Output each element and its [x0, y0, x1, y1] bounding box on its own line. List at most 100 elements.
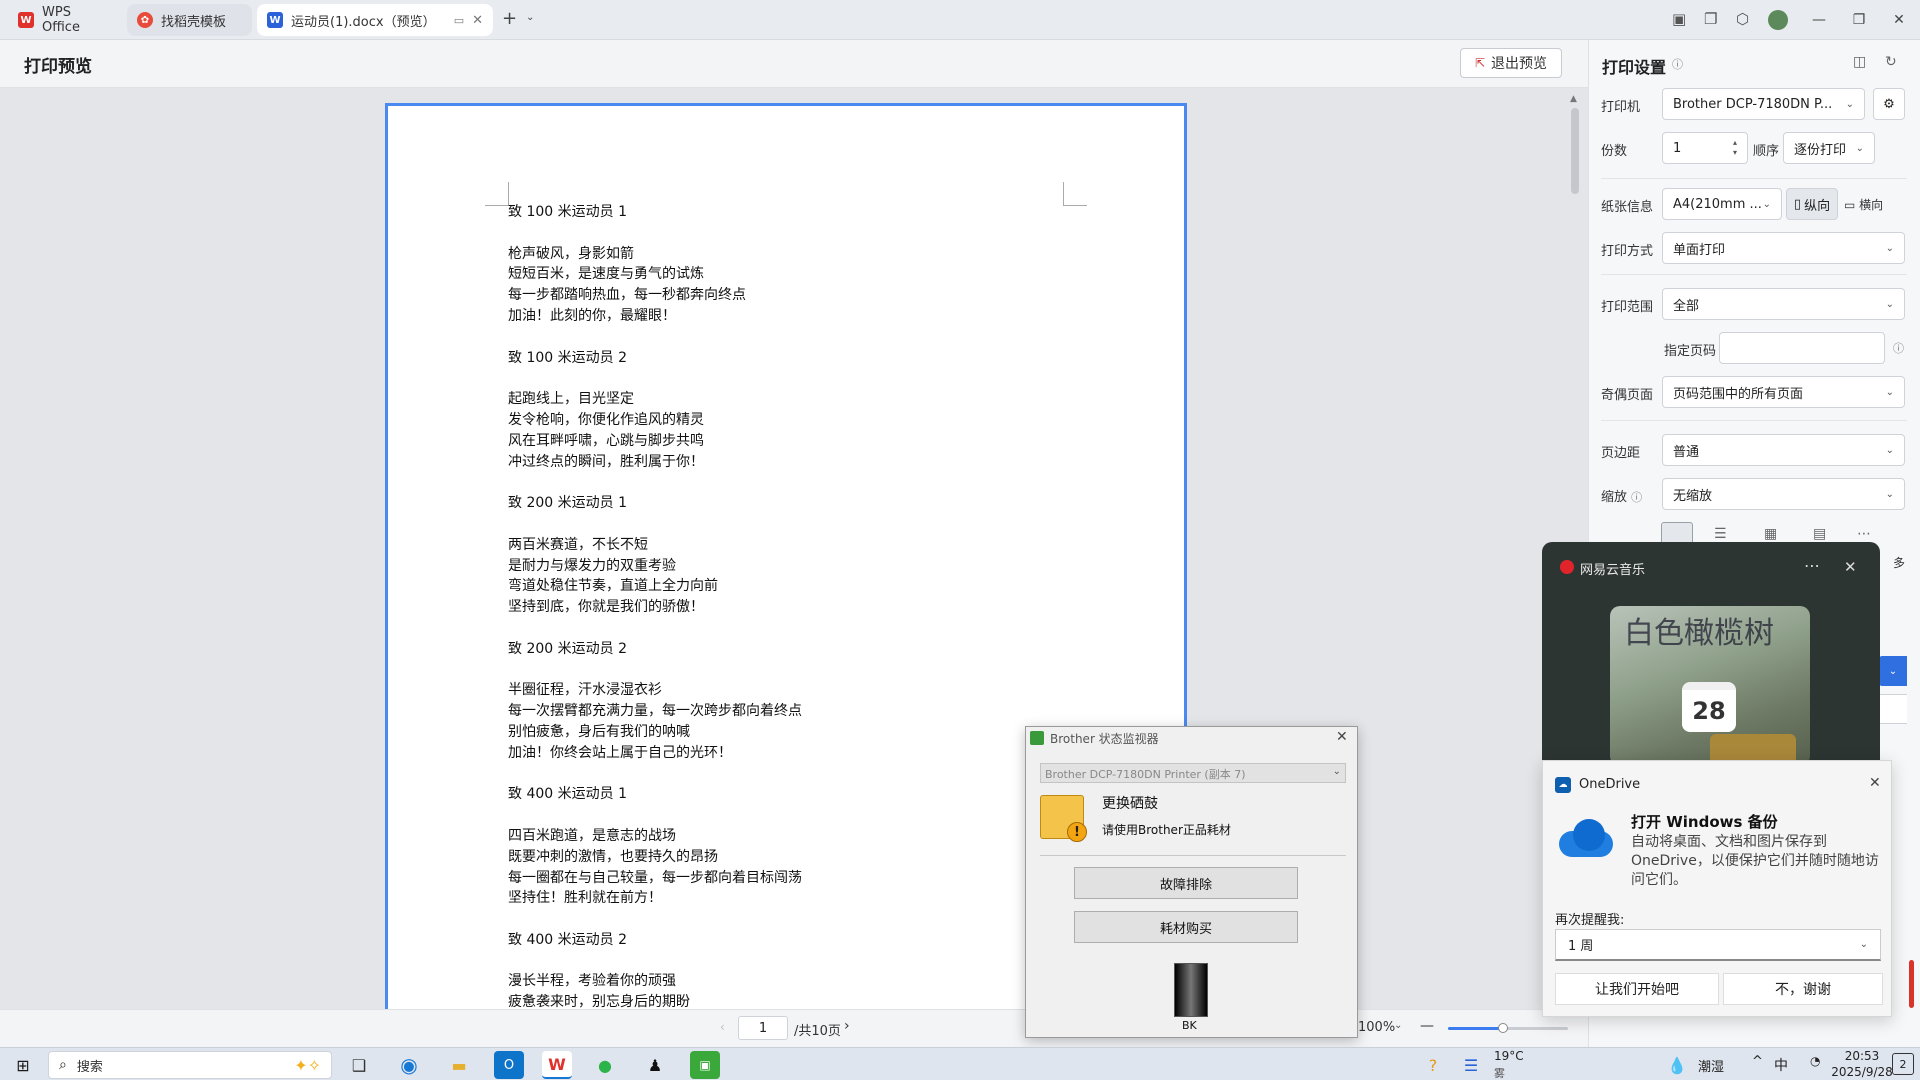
wechat-icon[interactable]: ●	[590, 1051, 620, 1079]
humidity-label[interactable]: 潮湿	[1698, 1056, 1724, 1075]
paper-value: A4(210mm ...	[1673, 196, 1762, 212]
zoom-value[interactable]: 100%	[1358, 1020, 1395, 1035]
printer-warning-icon: !	[1040, 795, 1087, 842]
stepper-arrows-icon[interactable]: ▴ ▾	[1733, 138, 1737, 158]
remind-select[interactable]: 1 周 ⌄	[1555, 929, 1881, 961]
file-explorer-icon[interactable]: ▬	[444, 1051, 474, 1079]
tray-chevron-icon[interactable]: ^	[1752, 1054, 1763, 1069]
clock-time[interactable]: 20:53	[1832, 1049, 1892, 1063]
range-select[interactable]: 全部 ⌄	[1662, 288, 1905, 320]
chevron-down-icon: ⌄	[1859, 939, 1868, 950]
pages-label: 指定页码	[1664, 344, 1717, 359]
remind-label: 再次提醒我:	[1555, 913, 1625, 928]
copies-stepper[interactable]: 1 ▴ ▾	[1662, 132, 1748, 164]
document-line: 每一次摆臂都充满力量，每一次跨步都向着终点	[508, 703, 802, 720]
pin-icon[interactable]: ▭	[454, 14, 464, 27]
new-tab-icon[interactable]: +	[502, 8, 517, 29]
divider	[1601, 420, 1907, 421]
portrait-label: 纵向	[1804, 198, 1831, 214]
edge-browser-icon[interactable]: ◉	[394, 1051, 424, 1079]
avatar[interactable]	[1768, 10, 1788, 30]
printer-value: Brother DCP-7180DN P...	[1673, 96, 1833, 112]
mode-select[interactable]: 单面打印 ⌄	[1662, 232, 1905, 264]
scale-select[interactable]: 无缩放 ⌄	[1662, 478, 1905, 510]
outlook-icon[interactable]: O	[494, 1051, 524, 1079]
more-icon[interactable]: ⋯	[1804, 556, 1820, 575]
page-input[interactable]: 1	[738, 1016, 788, 1040]
pages-per-sheet-4-icon[interactable]: ▦	[1764, 526, 1777, 542]
layout-icon[interactable]: ◫	[1853, 54, 1866, 70]
tab-wps-office[interactable]: W WPS Office	[8, 4, 123, 36]
next-page-icon[interactable]: ›	[844, 1018, 850, 1034]
paper-select[interactable]: A4(210mm ... ⌄	[1662, 188, 1782, 220]
album-cover[interactable]: 白色橄榄树 28	[1610, 606, 1810, 760]
tab-dropdown-icon[interactable]: ⌄	[526, 12, 534, 23]
landscape-icon: ▭	[1844, 198, 1856, 212]
tab-docer[interactable]: ✿ 找稻壳模板	[127, 4, 252, 36]
tab-document-preview[interactable]: W 运动员(1).docx（预览） ▭ ✕	[257, 4, 493, 36]
qq-icon[interactable]: ♟	[640, 1051, 670, 1079]
margin-value: 普通	[1673, 444, 1700, 460]
portrait-button[interactable]: ▯ 纵向	[1786, 188, 1838, 220]
taskbar-wifi-icon[interactable]: ◔	[1810, 1054, 1820, 1068]
pages-per-sheet-2-icon[interactable]: ☰	[1714, 526, 1727, 542]
zoom-slider[interactable]	[1448, 1023, 1568, 1033]
secondary-button-partial[interactable]	[1879, 694, 1907, 724]
chevron-down-icon: ⌄	[1762, 198, 1771, 210]
scroll-up-icon[interactable]: ▲	[1570, 94, 1577, 104]
pages-input[interactable]	[1719, 332, 1885, 364]
order-select[interactable]: 逐份打印 ⌄	[1783, 132, 1875, 164]
troubleshoot-button[interactable]: 故障排除	[1074, 867, 1298, 899]
windows-start-icon[interactable]: ⊞	[8, 1051, 38, 1079]
reset-icon[interactable]: ↻	[1885, 54, 1897, 70]
printer-select[interactable]: Brother DCP-7180DN Printer (副本 7) ⌄	[1040, 763, 1346, 783]
screenshot-icon[interactable]: ▣	[1672, 10, 1686, 28]
vertical-scrollbar[interactable]	[1571, 108, 1579, 194]
docer-icon: ✿	[137, 12, 153, 28]
wps-tray-icon[interactable]: ☰	[1456, 1051, 1486, 1079]
start-button[interactable]: 让我们开始吧	[1555, 973, 1719, 1005]
close-tab-icon[interactable]: ✕	[472, 13, 483, 28]
task-view-icon[interactable]: ❑	[344, 1051, 374, 1079]
exit-preview-button[interactable]: ⇱ 退出预览	[1460, 48, 1562, 78]
window-icon[interactable]: ❐	[1704, 10, 1717, 28]
help-tray-icon[interactable]: ?	[1418, 1051, 1448, 1079]
album-title: 白色橄榄树	[1624, 616, 1774, 651]
taskbar: ⊞ ⌕ 搜索 ✦✧ ❑ ◉ ▬ O W ● ♟ ▣ ? ☰ 19°C 雾 💧 潮…	[0, 1047, 1920, 1080]
close-icon[interactable]: ✕	[1869, 775, 1881, 791]
margin-select[interactable]: 普通 ⌄	[1662, 434, 1905, 466]
prev-page-icon[interactable]: ‹	[720, 1020, 725, 1034]
close-window-icon[interactable]: ✕	[1876, 0, 1920, 40]
ime-indicator[interactable]: 中	[1774, 1055, 1788, 1075]
clock-date[interactable]: 2025/9/28	[1826, 1065, 1898, 1079]
printer-properties-button[interactable]: ⚙	[1873, 88, 1905, 120]
help-icon[interactable]: ⓘ	[1672, 56, 1683, 72]
help-icon[interactable]: ⓘ	[1893, 340, 1904, 356]
chevron-down-icon: ⌄	[1855, 142, 1864, 154]
zoom-out-icon[interactable]: —	[1420, 1018, 1434, 1034]
oddeven-select[interactable]: 页码范围中的所有页面 ⌄	[1662, 376, 1905, 408]
more-icon[interactable]: ⋯	[1857, 526, 1871, 542]
zoom-dropdown-icon[interactable]: ⌄	[1394, 1020, 1402, 1031]
printer-select[interactable]: Brother DCP-7180DN P... ⌄	[1662, 88, 1865, 120]
tab-label: WPS Office	[42, 5, 80, 35]
cube-icon[interactable]: ⬡	[1736, 10, 1749, 28]
search-input[interactable]: ⌕ 搜索 ✦✧	[48, 1051, 332, 1079]
close-icon[interactable]: ✕	[1336, 729, 1348, 745]
notification-badge[interactable]: 2	[1892, 1053, 1914, 1075]
buy-supplies-button[interactable]: 耗材购买	[1074, 911, 1298, 943]
pages-per-sheet-6-icon[interactable]: ▤	[1813, 526, 1826, 542]
brother-taskbar-icon[interactable]: ▣	[690, 1051, 720, 1079]
preview-toolbar	[0, 40, 1588, 88]
landscape-button[interactable]: ▭ 横向	[1844, 196, 1883, 213]
print-button-partial[interactable]: ⌄	[1879, 656, 1907, 686]
weather-temp[interactable]: 19°C	[1494, 1049, 1524, 1063]
wps-taskbar-icon[interactable]: W	[542, 1051, 572, 1079]
car-illustration	[1710, 734, 1796, 760]
close-icon[interactable]: ✕	[1844, 558, 1857, 576]
no-thanks-button[interactable]: 不，谢谢	[1723, 973, 1883, 1005]
divider	[1040, 855, 1346, 856]
order-label: 顺序	[1753, 144, 1780, 159]
